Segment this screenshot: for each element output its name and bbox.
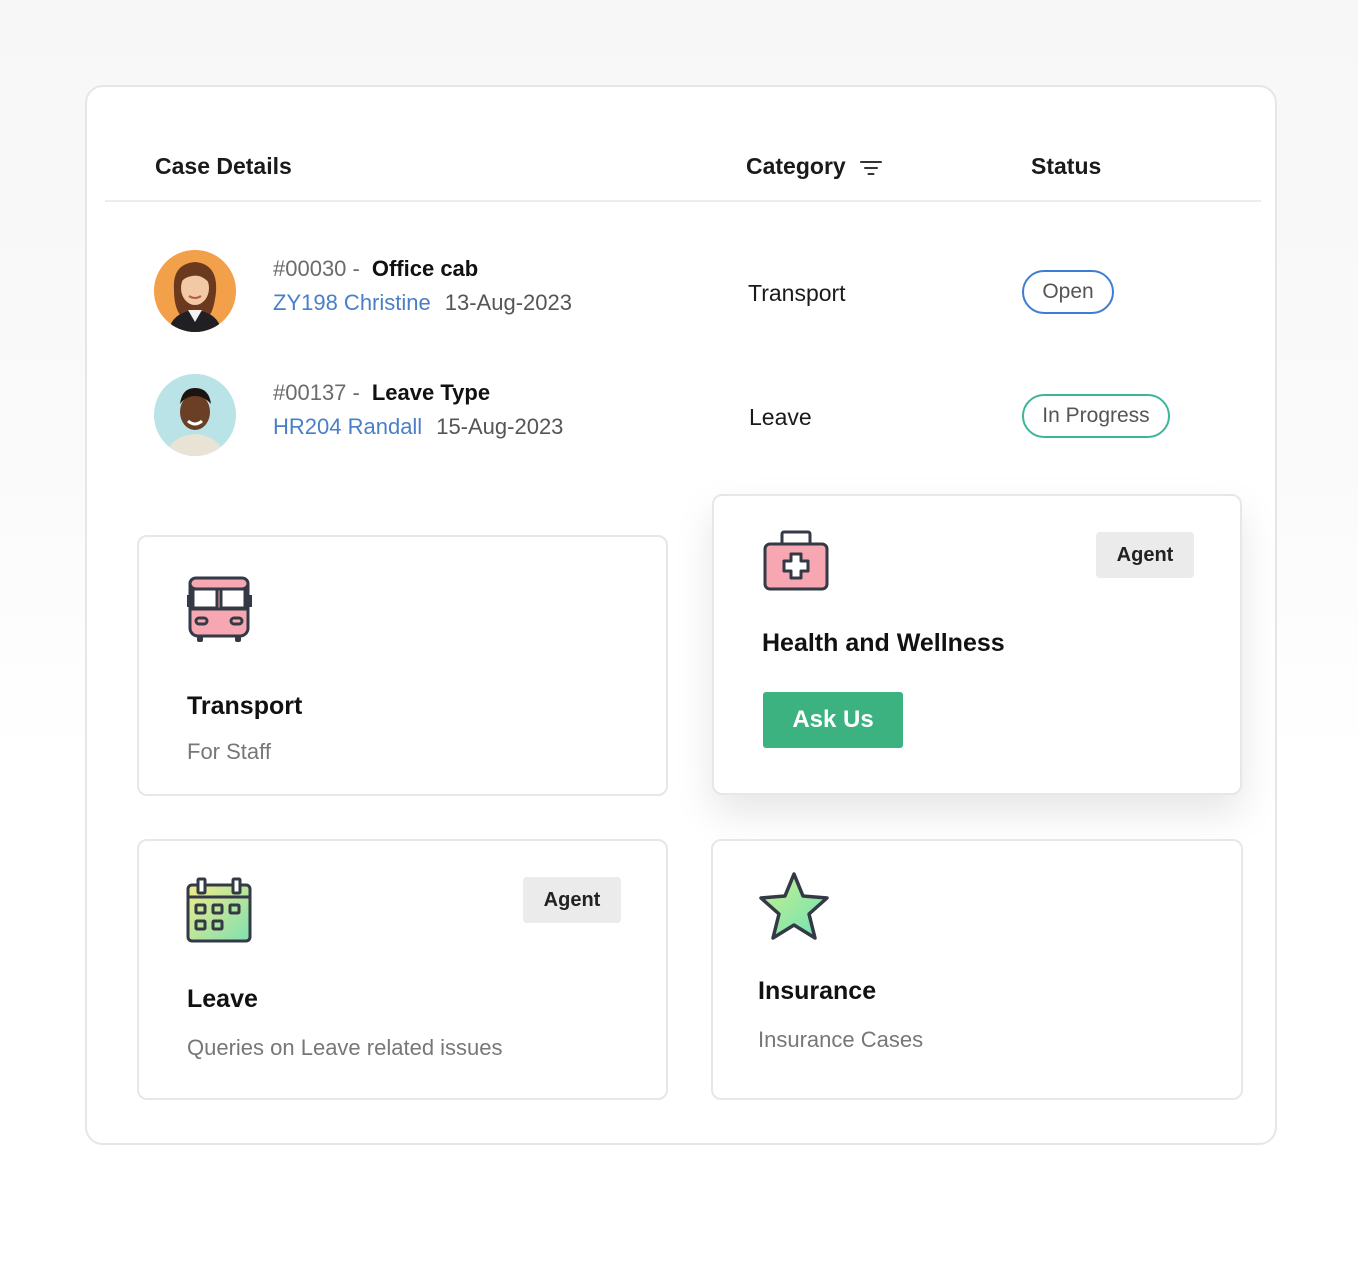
avatar [154,250,236,332]
ask-us-button[interactable]: Ask Us [763,692,903,748]
case-date: 15-Aug-2023 [436,414,564,439]
agent-tag: Agent [1096,532,1194,578]
star-icon [757,871,831,948]
case-category: Transport [748,280,846,306]
card-title: Insurance [758,977,877,1005]
table-header: Case Details Category Status [105,87,1261,202]
status-badge: Open [1022,270,1114,314]
category-card-transport[interactable]: Transport For Staff [137,535,668,796]
case-id: #00030 - [273,256,360,281]
agent-tag: Agent [523,877,621,923]
case-title[interactable]: Leave Type [372,380,490,406]
card-title: Transport [187,692,303,720]
support-panel: Case Details Category Status #00030 - Of… [85,85,1277,1145]
case-meta: HR204 Randall 15-Aug-2023 [273,414,563,440]
table-row[interactable]: #00137 - Leave Type HR204 Randall 15-Aug… [87,374,1279,458]
category-card-health[interactable]: Agent Health and Wellness Ask Us [712,494,1242,795]
case-title[interactable]: Office cab [372,256,478,282]
header-category-label: Category [746,153,846,179]
bus-icon [187,575,253,650]
card-subtitle: Queries on Leave related issues [187,1035,503,1060]
avatar [154,374,236,456]
case-meta: ZY198 Christine 13-Aug-2023 [273,290,572,316]
header-status: Status [1031,153,1102,179]
case-category: Leave [749,404,812,430]
category-card-insurance[interactable]: Insurance Insurance Cases [711,839,1243,1100]
case-date: 13-Aug-2023 [444,290,572,315]
card-subtitle: For Staff [187,739,271,764]
card-title: Health and Wellness [762,629,1005,657]
case-id: #00137 - [273,380,360,405]
filter-icon[interactable] [859,158,882,176]
case-heading: #00030 - Office cab [273,256,478,282]
first-aid-kit-icon [762,530,830,597]
category-card-leave[interactable]: Agent Leave Queries on Leave related iss… [137,839,668,1100]
case-user-link[interactable]: ZY198 Christine [273,290,431,316]
table-row[interactable]: #00030 - Office cab ZY198 Christine 13-A… [87,250,1279,334]
calendar-icon [185,877,253,950]
case-heading: #00137 - Leave Type [273,380,490,406]
case-user-link[interactable]: HR204 Randall [273,414,422,440]
card-subtitle: Insurance Cases [758,1027,924,1052]
header-category[interactable]: Category [746,153,882,180]
header-case-details: Case Details [155,153,292,179]
card-title: Leave [187,985,258,1013]
status-badge: In Progress [1022,394,1170,438]
